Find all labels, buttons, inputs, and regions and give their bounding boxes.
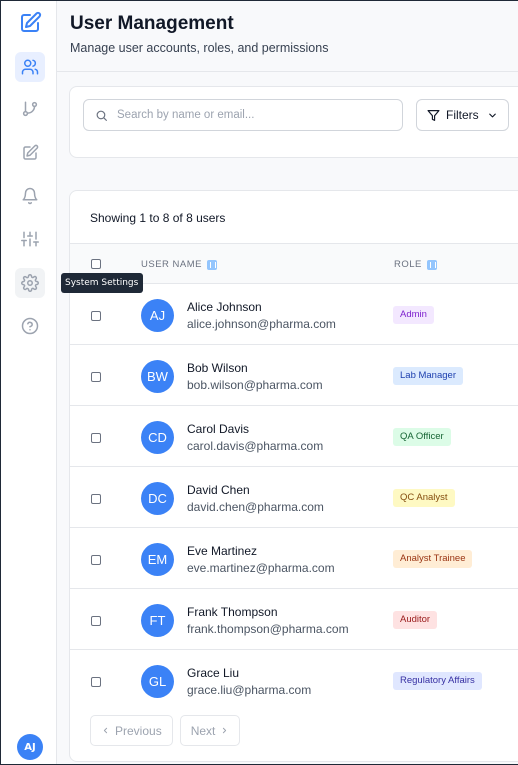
role-badge: Analyst Trainee (393, 550, 473, 568)
sidebar-item-notifications[interactable] (15, 181, 45, 211)
table-row[interactable]: AJ Alice Johnson alice.johnson@pharma.com A… (70, 284, 518, 345)
user-email: david.chen@pharma.com (187, 500, 324, 514)
user-name: Alice Johnson (187, 300, 262, 314)
sidebar-item-users[interactable] (15, 52, 45, 82)
user-avatar: CD (141, 421, 174, 454)
search-icon (96, 110, 107, 121)
gear-icon (21, 274, 39, 292)
table-row[interactable]: BW Bob Wilson bob.wilson@pharma.com Lab Man… (70, 345, 518, 406)
user-name: Frank Thompson (187, 605, 278, 619)
user-email: frank.thompson@pharma.com (187, 622, 349, 636)
row-checkbox[interactable] (91, 372, 101, 382)
search-box[interactable] (83, 99, 403, 131)
sliders-icon (21, 231, 39, 247)
filters-label: Filters (446, 108, 479, 122)
row-checkbox[interactable] (91, 433, 101, 443)
page-header: User Management Manage user accounts, ro… (57, 1, 518, 72)
user-avatar[interactable]: AJ (17, 734, 43, 760)
sidebar: System Settings AJ (1, 1, 143, 764)
column-user-name-label: USER NAME (141, 259, 202, 270)
user-avatar: FT (141, 604, 174, 637)
sidebar-item-documents[interactable] (15, 138, 45, 168)
user-avatar: GL (141, 665, 174, 698)
role-badge: Auditor (393, 611, 438, 629)
next-label: Next (190, 723, 216, 738)
search-input[interactable] (117, 100, 397, 130)
role-badge: QA Officer (393, 428, 451, 446)
user-avatar: DC (141, 482, 174, 515)
role-badge: Lab Manager (393, 367, 463, 385)
table-row[interactable]: EM Eve Martinez eve.martinez@pharma.com Ana… (70, 528, 518, 589)
users-icon (21, 59, 39, 75)
table-row[interactable]: FT Frank Thompson frank.thompson@pharma.co… (70, 589, 518, 650)
role-badge: Regulatory Affairs (393, 672, 482, 690)
role-badge: Admin (393, 306, 434, 324)
row-checkbox[interactable] (91, 616, 101, 626)
chevron-down-icon (488, 113, 496, 117)
user-avatar: AJ (141, 299, 174, 332)
previous-label: Previous (115, 723, 162, 738)
sidebar-item-workflow[interactable] (15, 94, 45, 124)
system-settings-tooltip: System Settings (61, 273, 143, 293)
previous-page-button[interactable]: Previous (90, 715, 173, 746)
user-avatar: EM (141, 543, 174, 576)
row-checkbox[interactable] (91, 494, 101, 504)
user-avatar: BW (141, 360, 174, 393)
user-email: eve.martinez@pharma.com (187, 561, 335, 575)
next-page-button[interactable]: Next (179, 715, 241, 746)
user-email: bob.wilson@pharma.com (187, 378, 323, 392)
user-name: David Chen (187, 483, 250, 497)
git-branch-icon (22, 101, 38, 117)
row-checkbox[interactable] (91, 677, 101, 687)
column-user-name[interactable]: USER NAME (141, 259, 217, 270)
row-checkbox[interactable] (91, 311, 101, 321)
user-email: grace.liu@pharma.com (187, 683, 312, 697)
user-name: Eve Martinez (187, 544, 258, 558)
app-logo-icon[interactable] (16, 9, 44, 37)
user-name: Carol Davis (187, 422, 250, 436)
column-role[interactable]: ROLE (394, 259, 437, 270)
role-badge: QC Analyst (393, 489, 455, 507)
user-email: alice.johnson@pharma.com (187, 317, 336, 331)
row-checkbox[interactable] (91, 555, 101, 565)
select-all-checkbox[interactable] (91, 259, 101, 269)
page-subtitle: Manage user accounts, roles, and permiss… (70, 41, 329, 55)
table-body: AJ Alice Johnson alice.johnson@pharma.com A… (70, 284, 518, 702)
sidebar-item-system-settings[interactable] (15, 268, 45, 298)
column-role-label: ROLE (394, 259, 422, 270)
filters-button[interactable]: Filters (416, 99, 509, 131)
sidebar-item-help[interactable] (15, 311, 45, 341)
pagination: Previous Next (90, 715, 241, 746)
sort-icon[interactable] (206, 259, 217, 270)
sort-icon[interactable] (426, 259, 437, 270)
search-filter-card: Filters (69, 86, 518, 158)
user-email: carol.davis@pharma.com (187, 439, 324, 453)
help-circle-icon (21, 317, 39, 335)
bell-icon (22, 187, 38, 205)
filter-icon (427, 109, 440, 121)
edit-document-icon (23, 144, 39, 160)
chevron-right-icon (223, 727, 227, 734)
user-name: Grace Liu (187, 666, 240, 680)
table-row[interactable]: GL Grace Liu grace.liu@pharma.com Regulator… (70, 650, 518, 702)
sidebar-item-controls[interactable] (15, 224, 45, 254)
user-name: Bob Wilson (187, 361, 248, 375)
table-row[interactable]: DC David Chen david.chen@pharma.com QC Anal… (70, 467, 518, 528)
chevron-left-icon (103, 727, 108, 734)
results-count: Showing 1 to 8 of 8 users (90, 211, 226, 225)
page-title: User Management (70, 13, 234, 34)
table-row[interactable]: CD Carol Davis carol.davis@pharma.com QA Of… (70, 406, 518, 467)
